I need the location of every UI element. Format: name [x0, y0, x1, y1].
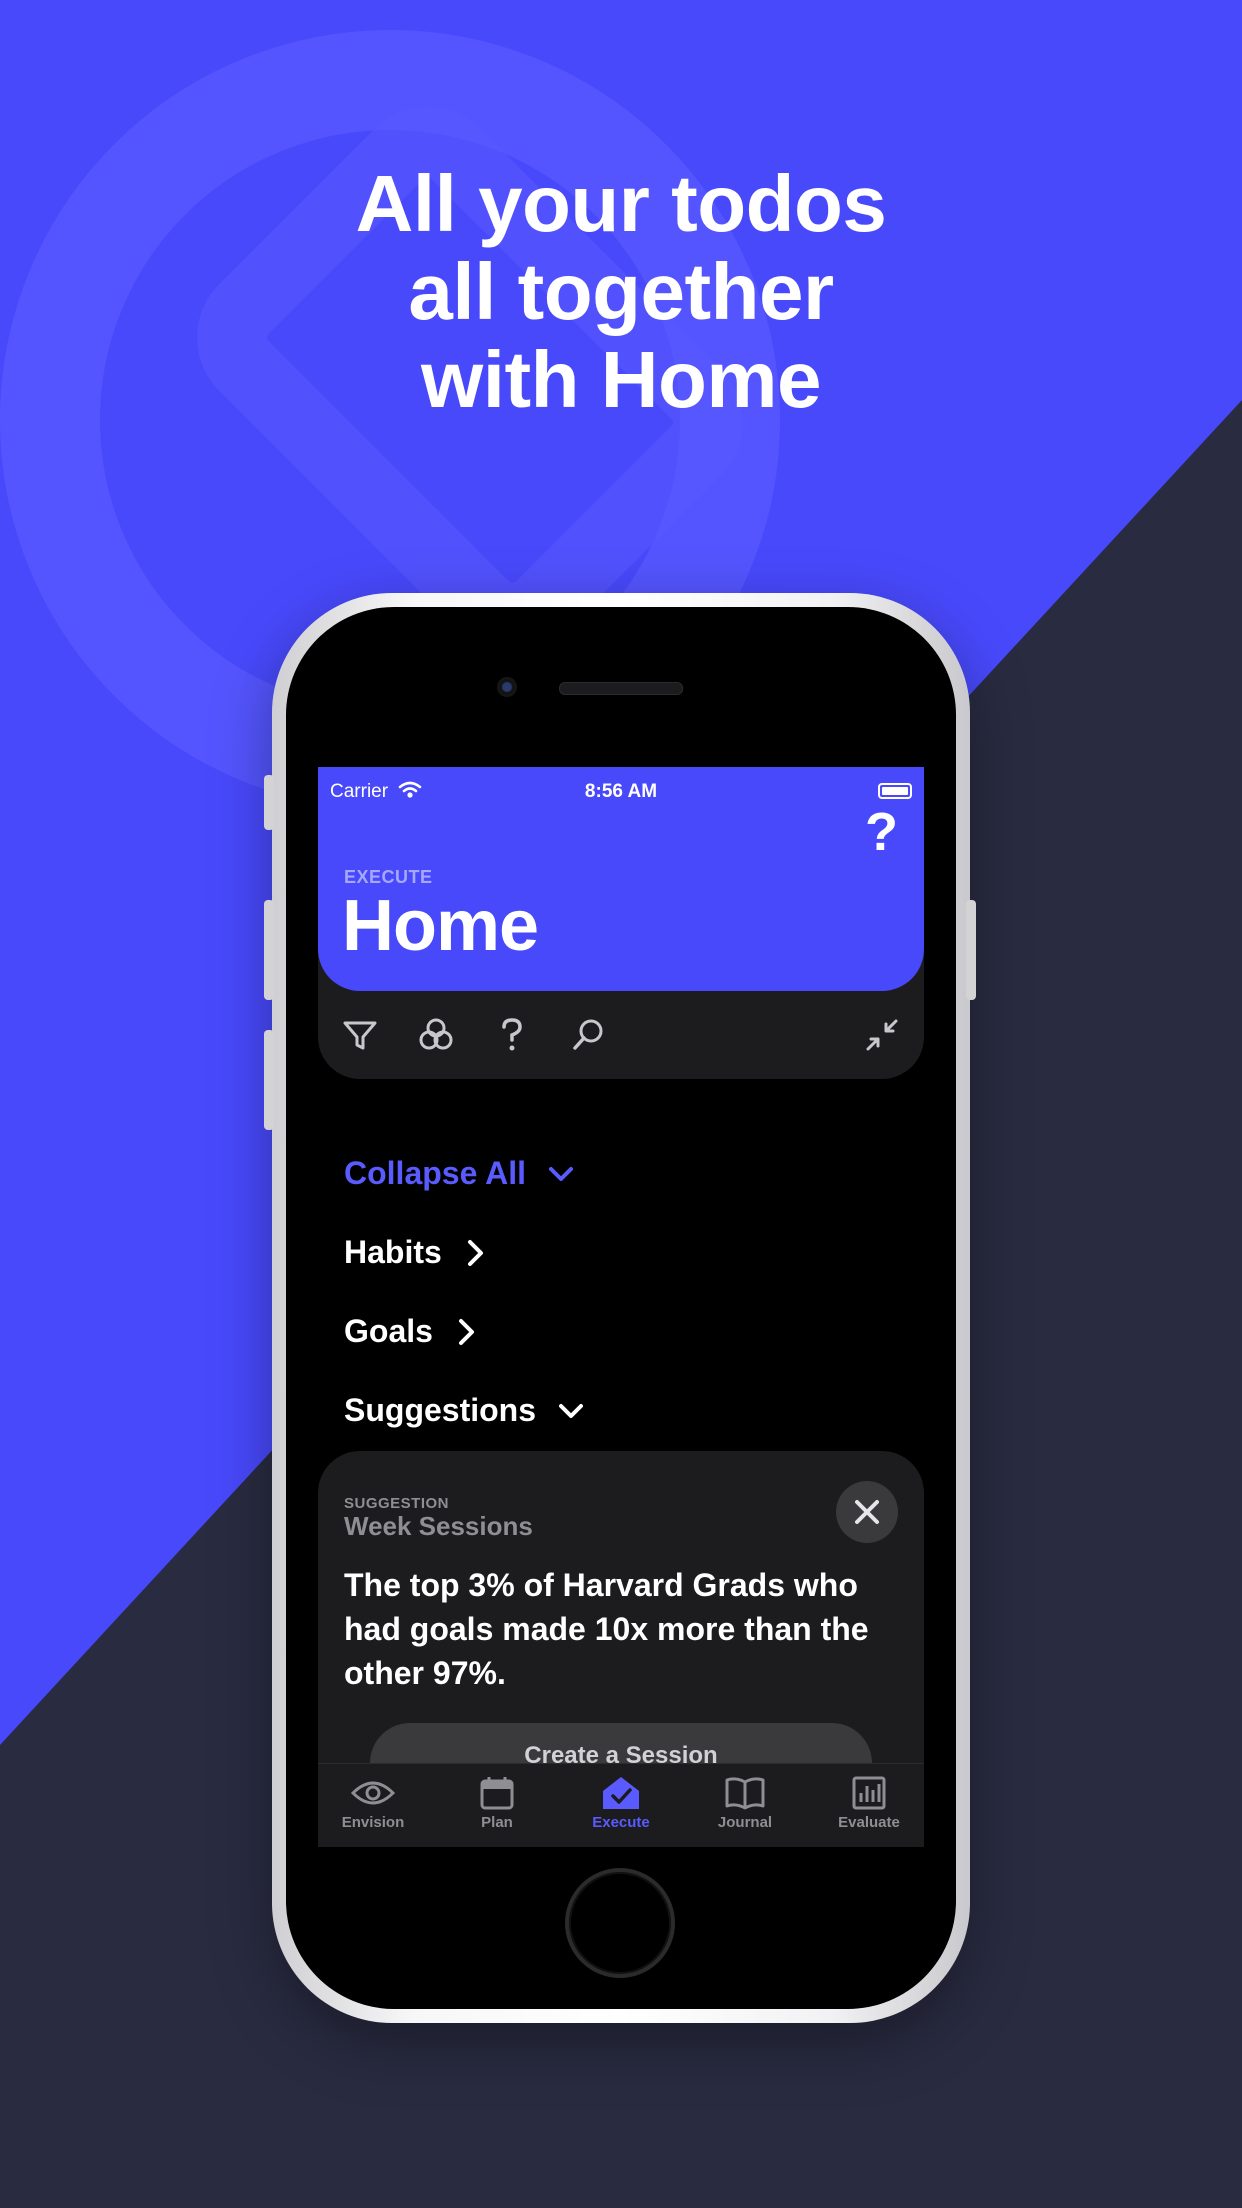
collapse-all-label: Collapse All: [344, 1155, 526, 1191]
status-time: 8:56 AM: [584, 781, 658, 802]
volume-down-button: [264, 1030, 274, 1130]
headline: All your todos all together with Home: [355, 159, 887, 424]
book-icon: [725, 1777, 765, 1810]
tab-evaluate[interactable]: Evaluate: [814, 1776, 924, 1831]
tab-envision[interactable]: Envision: [318, 1776, 428, 1831]
tab-bar: Envision Plan Execute Journal Evaluate: [318, 1763, 924, 1847]
chevron-right-icon: [458, 1318, 474, 1345]
suggestion-subtitle: Week Sessions: [344, 1511, 533, 1541]
question-icon[interactable]: [492, 1015, 532, 1055]
calendar-icon: [480, 1777, 514, 1810]
question-mark-icon[interactable]: ?: [865, 801, 898, 863]
section-suggestions-label: Suggestions: [344, 1392, 537, 1428]
collapse-all-toggle[interactable]: Collapse All: [344, 1155, 578, 1192]
home-check-icon: [603, 1777, 639, 1809]
mute-switch: [264, 775, 274, 830]
chart-icon: [852, 1776, 886, 1810]
suggestion-overline: SUGGESTION: [344, 1495, 450, 1512]
app-screen: Carrier 8:56 AM ? EXECUTE Home Collapse …: [318, 767, 924, 1847]
header: Carrier 8:56 AM ? EXECUTE Home: [318, 767, 924, 991]
tab-plan[interactable]: Plan: [442, 1776, 552, 1831]
tab-journal[interactable]: Journal: [690, 1776, 800, 1831]
battery-icon: [878, 783, 912, 799]
suggestion-body: The top 3% of Harvard Grads who had goal…: [344, 1567, 869, 1691]
tab-execute[interactable]: Execute: [566, 1776, 676, 1831]
eye-icon: [350, 1781, 396, 1805]
collapse-icon[interactable]: [862, 1015, 902, 1055]
earpiece-speaker: [559, 682, 683, 695]
filter-icon[interactable]: [340, 1015, 380, 1055]
close-button[interactable]: [836, 1481, 898, 1543]
section-suggestions[interactable]: Suggestions: [344, 1392, 588, 1429]
chevron-down-icon: [548, 1166, 573, 1181]
front-camera: [497, 677, 517, 697]
search-icon[interactable]: [568, 1015, 608, 1055]
section-goals[interactable]: Goals: [344, 1313, 481, 1350]
volume-up-button: [264, 900, 274, 1000]
close-icon: [855, 1500, 879, 1524]
section-goals-label: Goals: [344, 1313, 433, 1349]
home-button[interactable]: [565, 1868, 675, 1978]
chevron-down-icon: [559, 1403, 584, 1418]
section-habits-label: Habits: [344, 1234, 442, 1270]
status-bar: Carrier 8:56 AM: [318, 773, 924, 803]
chevron-right-icon: [467, 1239, 483, 1266]
power-button: [966, 900, 976, 1000]
page-title: Home: [342, 886, 539, 966]
circles-icon[interactable]: [416, 1015, 456, 1055]
section-habits[interactable]: Habits: [344, 1234, 490, 1271]
